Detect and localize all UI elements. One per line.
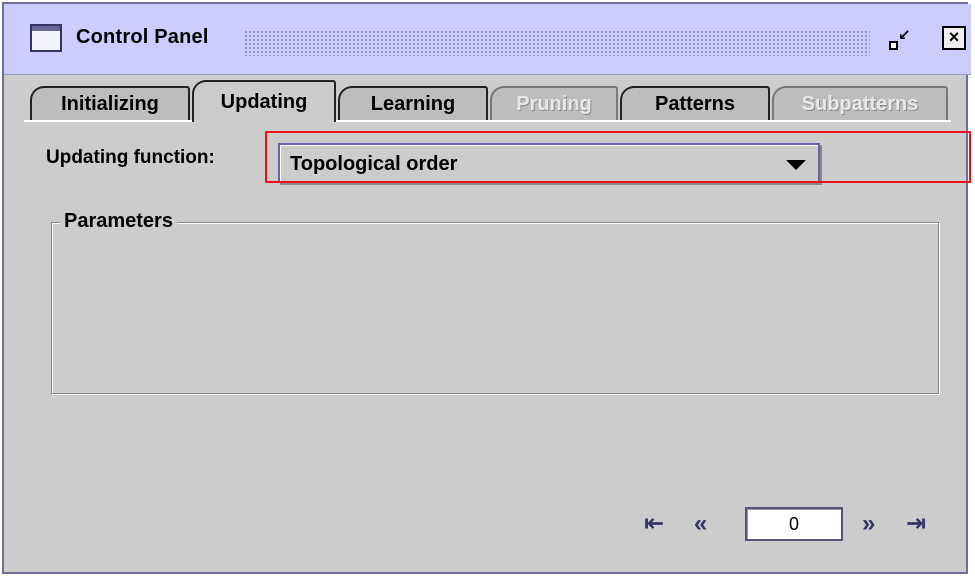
restore-icon[interactable]: ↙ [889, 28, 913, 50]
close-icon[interactable]: × [942, 26, 966, 50]
tab-patterns[interactable]: Patterns [620, 86, 770, 120]
title-bar[interactable]: Control Panel ↙ × [4, 4, 971, 75]
prev-icon[interactable]: « [694, 512, 707, 536]
tab-strip: Initializing Updating Learning Pruning P… [30, 80, 950, 122]
title-bar-pattern [244, 30, 870, 56]
updating-function-label: Updating function: [46, 147, 215, 168]
tab-initializing[interactable]: Initializing [30, 86, 190, 120]
updating-function-dropdown[interactable]: Topological order [278, 143, 820, 183]
last-icon[interactable]: ⇥ [906, 512, 926, 536]
next-icon[interactable]: » [862, 512, 875, 536]
parameters-group [51, 222, 939, 394]
first-icon[interactable]: ⇤ [644, 512, 664, 536]
tab-pruning: Pruning [490, 86, 618, 120]
tab-learning[interactable]: Learning [338, 86, 488, 120]
tab-updating[interactable]: Updating [192, 80, 336, 122]
page-number-field[interactable]: 0 [745, 507, 843, 541]
tab-divider [24, 120, 951, 122]
updating-function-value: Topological order [290, 153, 458, 175]
window-icon [30, 24, 62, 52]
window-title: Control Panel [76, 26, 209, 48]
chevron-down-icon[interactable] [786, 160, 806, 170]
tab-subpatterns: Subpatterns [772, 86, 948, 120]
parameters-label: Parameters [60, 210, 177, 233]
